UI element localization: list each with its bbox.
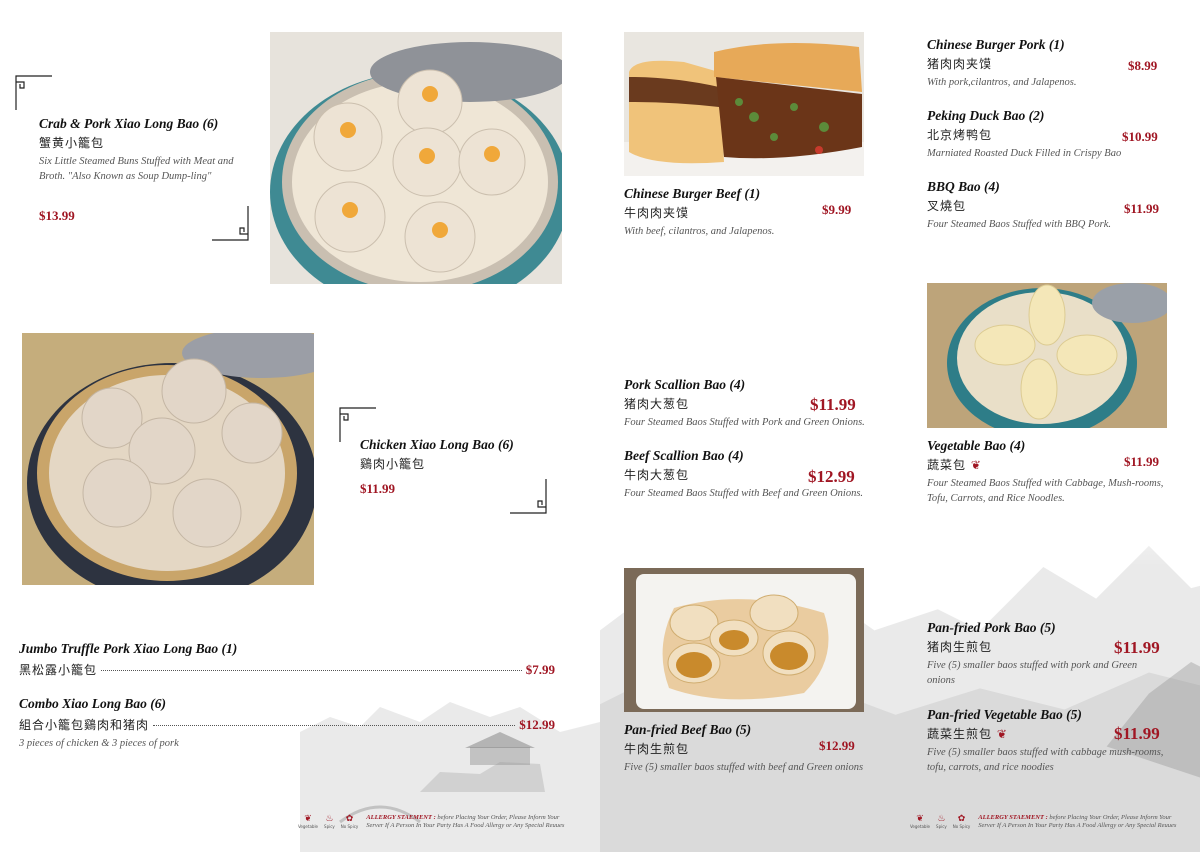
- crab-pork-xiao-long-bao-photo: [270, 32, 562, 284]
- item-title: Vegetable Bao (4): [927, 438, 1026, 453]
- item-price: $12.99: [519, 717, 555, 732]
- item-title: Chinese Burger Beef (1): [624, 186, 761, 201]
- spicy-icon: ♨ Spicy: [324, 814, 335, 829]
- leader-dots: [101, 670, 522, 671]
- corner-ornament-bottom-right: [508, 475, 548, 515]
- item-price: $8.99: [1128, 58, 1158, 73]
- item-description: 3 pieces of chicken & 3 pieces of pork: [19, 738, 179, 749]
- chicken-xiao-long-bao-photo: [22, 333, 314, 585]
- menu-page-left: Crab & Pork Xiao Long Bao (6) 蟹黄小籠包 Six …: [0, 0, 600, 852]
- item-title: Pan-fried Vegetable Bao (5): [927, 707, 1082, 722]
- item-description: Four Steamed Baos Stuffed with BBQ Pork.: [927, 219, 1112, 230]
- item-chinese-name: 組合小籠包鷄肉和猪肉: [19, 718, 150, 732]
- spicy-icon: ♨ Spicy: [936, 814, 947, 829]
- menu-item-beef-scallion-bao: Beef Scallion Bao (4) 牛肉大葱包 Four Steamed…: [624, 448, 904, 501]
- menu-item-crab-pork-xiao-long-bao: Crab & Pork Xiao Long Bao (6) 蟹黄小籠包 Six …: [39, 116, 239, 184]
- pan-fried-beef-bao-photo: [624, 568, 864, 712]
- item-price: $11.99: [360, 481, 396, 496]
- corner-ornament-top-left: [14, 74, 54, 114]
- item-title: Peking Duck Bao (2): [927, 108, 1045, 123]
- item-chinese-name: 猪肉大葱包: [624, 397, 690, 411]
- item-price: $9.99: [822, 202, 852, 217]
- item-description: Five (5) smaller baos stuffed with beef …: [624, 762, 864, 773]
- menu-item-jumbo-truffle-pork-xiao-long-bao: Jumbo Truffle Pork Xiao Long Bao (1) 黑松露…: [19, 641, 555, 678]
- item-price: $10.99: [1122, 129, 1158, 144]
- item-price: $12.99: [808, 467, 855, 486]
- no-spicy-icon: ✿ No Spicy: [340, 814, 359, 829]
- item-title: Combo Xiao Long Bao (6): [19, 696, 167, 711]
- allergy-legend: ❦ Vegetable ♨ Spicy ✿ No Spicy ALLERGY STAE…: [910, 814, 1183, 830]
- vegetable-icon: ❦ Vegetable: [910, 814, 931, 829]
- item-description: Five (5) smaller baos stuffed with cabba…: [927, 747, 1164, 773]
- no-spicy-icon: ✿ No Spicy: [952, 814, 971, 829]
- item-description: Five (5) smaller baos stuffed with pork …: [927, 660, 1138, 686]
- item-price: $11.99: [1124, 201, 1160, 216]
- item-title: Chicken Xiao Long Bao (6): [360, 437, 514, 452]
- item-price: $11.99: [810, 395, 856, 414]
- menu-item-pork-scallion-bao: Pork Scallion Bao (4) 猪肉大葱包 Four Steamed…: [624, 377, 904, 430]
- item-chinese-name: 牛肉大葱包: [624, 468, 690, 482]
- allergy-statement: ALLERGY STAEMENT : before Placing Your O…: [978, 814, 1177, 829]
- dietary-icon-legend: ❦ Vegetable ♨ Spicy ✿ No Spicy: [298, 814, 358, 829]
- menu-item-combo-xiao-long-bao: Combo Xiao Long Bao (6) 組合小籠包鷄肉和猪肉 $12.9…: [19, 696, 555, 751]
- leader-dots: [153, 725, 516, 726]
- allergy-legend: ❦ Vegetable ♨ Spicy ✿ No Spicy ALLERGY STAE…: [298, 814, 571, 830]
- menu-item-chicken-xiao-long-bao: Chicken Xiao Long Bao (6) 鷄肉小籠包: [360, 437, 514, 472]
- corner-ornament-bottom-right: [210, 202, 250, 242]
- dietary-icon-legend: ❦ Vegetable ♨ Spicy ✿ No Spicy: [910, 814, 970, 829]
- vegetable-icon: ❦ Vegetable: [298, 814, 319, 829]
- item-description: Six Little Steamed Buns Stuffed with Mea…: [39, 156, 234, 182]
- item-price: $13.99: [39, 208, 75, 223]
- menu-page-right: Chinese Burger Beef (1) 牛肉肉夹馍 With beef,…: [600, 0, 1200, 852]
- vegetable-bao-photo: [927, 283, 1167, 428]
- item-chinese-name: 黑松露小籠包: [19, 663, 98, 677]
- item-price: $11.99: [1114, 638, 1160, 657]
- menu-item-vegetable-bao: Vegetable Bao (4) 蔬菜包 ❦ Four Steamed Bao…: [927, 438, 1167, 506]
- item-description: With pork,cilantros, and Jalapenos.: [927, 77, 1077, 88]
- item-description: Marniated Roasted Duck Filled in Crispy …: [927, 148, 1122, 159]
- chinese-burger-beef-photo: [624, 32, 864, 176]
- item-price: $11.99: [1124, 454, 1160, 469]
- item-title: Jumbo Truffle Pork Xiao Long Bao (1): [19, 641, 238, 656]
- item-description: With beef, cilantros, and Jalapenos.: [624, 226, 775, 237]
- vegetable-icon: ❦: [970, 458, 982, 472]
- allergy-statement: ALLERGY STAEMENT : before Placing Your O…: [366, 814, 565, 829]
- item-description: Four Steamed Baos Stuffed with Pork and …: [624, 417, 865, 428]
- item-chinese-name: 蟹黄小籠包: [39, 136, 105, 150]
- item-description: Four Steamed Baos Stuffed with Cabbage, …: [927, 478, 1164, 504]
- item-description: Four Steamed Baos Stuffed with Beef and …: [624, 488, 864, 499]
- vegetable-icon: ❦: [996, 727, 1008, 741]
- item-title: Crab & Pork Xiao Long Bao (6): [39, 116, 219, 131]
- item-price: $11.99: [1114, 724, 1160, 743]
- item-price: $7.99: [525, 662, 555, 677]
- item-title: BBQ Bao (4): [927, 179, 1000, 194]
- item-title: Chinese Burger Pork (1): [927, 37, 1065, 52]
- item-title: Beef Scallion Bao (4): [624, 448, 744, 463]
- item-title: Pan-fried Beef Bao (5): [624, 722, 752, 737]
- item-price: $12.99: [819, 738, 855, 753]
- item-title: Pan-fried Pork Bao (5): [927, 620, 1056, 635]
- item-title: Pork Scallion Bao (4): [624, 377, 746, 392]
- item-chinese-name: 鷄肉小籠包: [360, 457, 426, 471]
